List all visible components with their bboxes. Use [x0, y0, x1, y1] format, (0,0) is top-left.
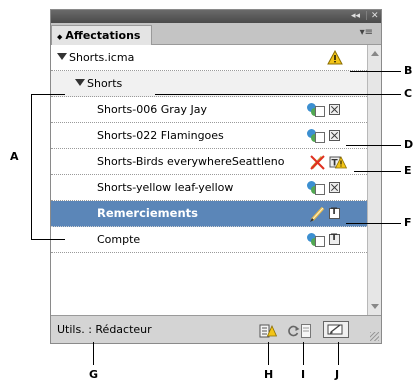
panel-tab-row: ◆ Affectations ▾≡ [51, 23, 381, 45]
callout-j-leader [338, 342, 339, 365]
callout-e: E [404, 164, 412, 177]
expand-triangle-icon[interactable] [75, 79, 85, 86]
text-content-icon [329, 232, 340, 245]
callout-h-leader [268, 342, 269, 365]
list-item-story[interactable]: Shorts-022 Flamingoes [51, 123, 367, 149]
tab-label: Affectations [65, 29, 141, 42]
callout-a-bracket-bottom [31, 239, 65, 240]
callout-d-leader [346, 145, 401, 146]
text-content-icon [329, 206, 340, 219]
list-item-story[interactable]: Shorts-yellow leaf-yellow [51, 175, 367, 201]
callout-i-leader [303, 342, 304, 365]
list-item-assignment-file[interactable]: Shorts.icma [51, 45, 367, 71]
scroll-down-arrow-icon[interactable] [371, 304, 379, 309]
callout-j: J [335, 368, 340, 381]
row-status-icons [327, 49, 367, 68]
callout-a-bracket [31, 94, 32, 240]
callout-a-bracket-top [31, 94, 65, 95]
list-item-label: Shorts-Birds everywhereSeattleno [97, 155, 285, 168]
image-content-icon [329, 180, 340, 193]
check-in-out-button[interactable] [323, 321, 349, 342]
expand-triangle-icon[interactable] [57, 53, 67, 60]
callout-f-leader [346, 223, 401, 224]
list-item-label: Shorts-006 Gray Jay [97, 103, 207, 116]
update-all-refresh-icon[interactable] [287, 323, 300, 342]
panel-footer: Utils. : Rédacteur [51, 315, 381, 343]
row-status-icons [307, 180, 367, 196]
list-item-story[interactable]: Compte [51, 227, 367, 253]
list-item-label: Shorts-yellow leaf-yellow [97, 181, 234, 194]
callout-b: B [404, 64, 413, 77]
list-item-label: Shorts.icma [69, 51, 135, 64]
assignments-list: Shorts.icma Shorts Shorts-006 Gray Jay S… [51, 45, 367, 315]
row-status-icons [307, 232, 367, 248]
callout-g: G [89, 368, 99, 381]
linked-content-icon [307, 102, 326, 118]
resize-grip-icon[interactable] [370, 332, 379, 341]
image-content-icon [329, 128, 340, 141]
callout-a: A [10, 150, 19, 163]
text-warning-icon: T [329, 154, 348, 172]
panel-title-bar[interactable]: ◂◂ | ✕ [51, 10, 381, 23]
close-icon[interactable]: ✕ [371, 10, 379, 23]
row-status-icons [307, 102, 367, 118]
list-item-story-selected[interactable]: Remerciements [51, 201, 367, 227]
title-bar-divider: | [365, 11, 369, 21]
callout-c-leader [155, 94, 401, 95]
user-name-label: Utils. : Rédacteur [57, 323, 152, 336]
list-item-story[interactable]: Shorts-006 Gray Jay [51, 97, 367, 123]
linked-content-icon [307, 128, 326, 144]
linked-content-icon [307, 180, 326, 196]
assignments-panel: ◂◂ | ✕ ◆ Affectations ▾≡ Shorts.icma Shor… [50, 9, 382, 344]
collapse-icon[interactable]: ◂◂ [351, 10, 360, 23]
tab-assignments[interactable]: ◆ Affectations [51, 25, 152, 45]
callout-h: H [264, 368, 274, 381]
list-item-label: Compte [97, 233, 141, 246]
list-item-label: Remerciements [97, 206, 198, 220]
list-item-label: Shorts [87, 77, 123, 90]
callout-g-leader [93, 342, 94, 365]
callout-d: D [404, 138, 414, 151]
callout-c: C [404, 87, 413, 100]
row-status-icons [307, 128, 367, 144]
linked-content-icon [307, 232, 326, 248]
tab-sort-icon: ◆ [57, 33, 63, 41]
callout-b-leader [350, 71, 401, 72]
row-status-icons: T [307, 154, 367, 170]
panel-menu-icon[interactable]: ▾≡ [360, 27, 373, 38]
pencil-crossed-icon [309, 154, 326, 173]
callout-e-leader [354, 171, 401, 172]
page-document-icon[interactable] [301, 323, 311, 342]
image-content-icon [329, 102, 340, 115]
warning-icon [327, 49, 343, 68]
list-item-label: Shorts-022 Flamingoes [97, 129, 224, 142]
callout-f: F [404, 216, 412, 229]
scroll-up-arrow-icon[interactable] [371, 51, 379, 56]
row-status-icons [307, 206, 367, 222]
update-content-button[interactable] [259, 323, 278, 342]
list-item-story[interactable]: Shorts-Birds everywhereSeattleno T [51, 149, 367, 175]
vertical-scrollbar[interactable] [367, 45, 381, 315]
callout-i: I [301, 368, 306, 381]
pencil-icon [309, 206, 326, 225]
